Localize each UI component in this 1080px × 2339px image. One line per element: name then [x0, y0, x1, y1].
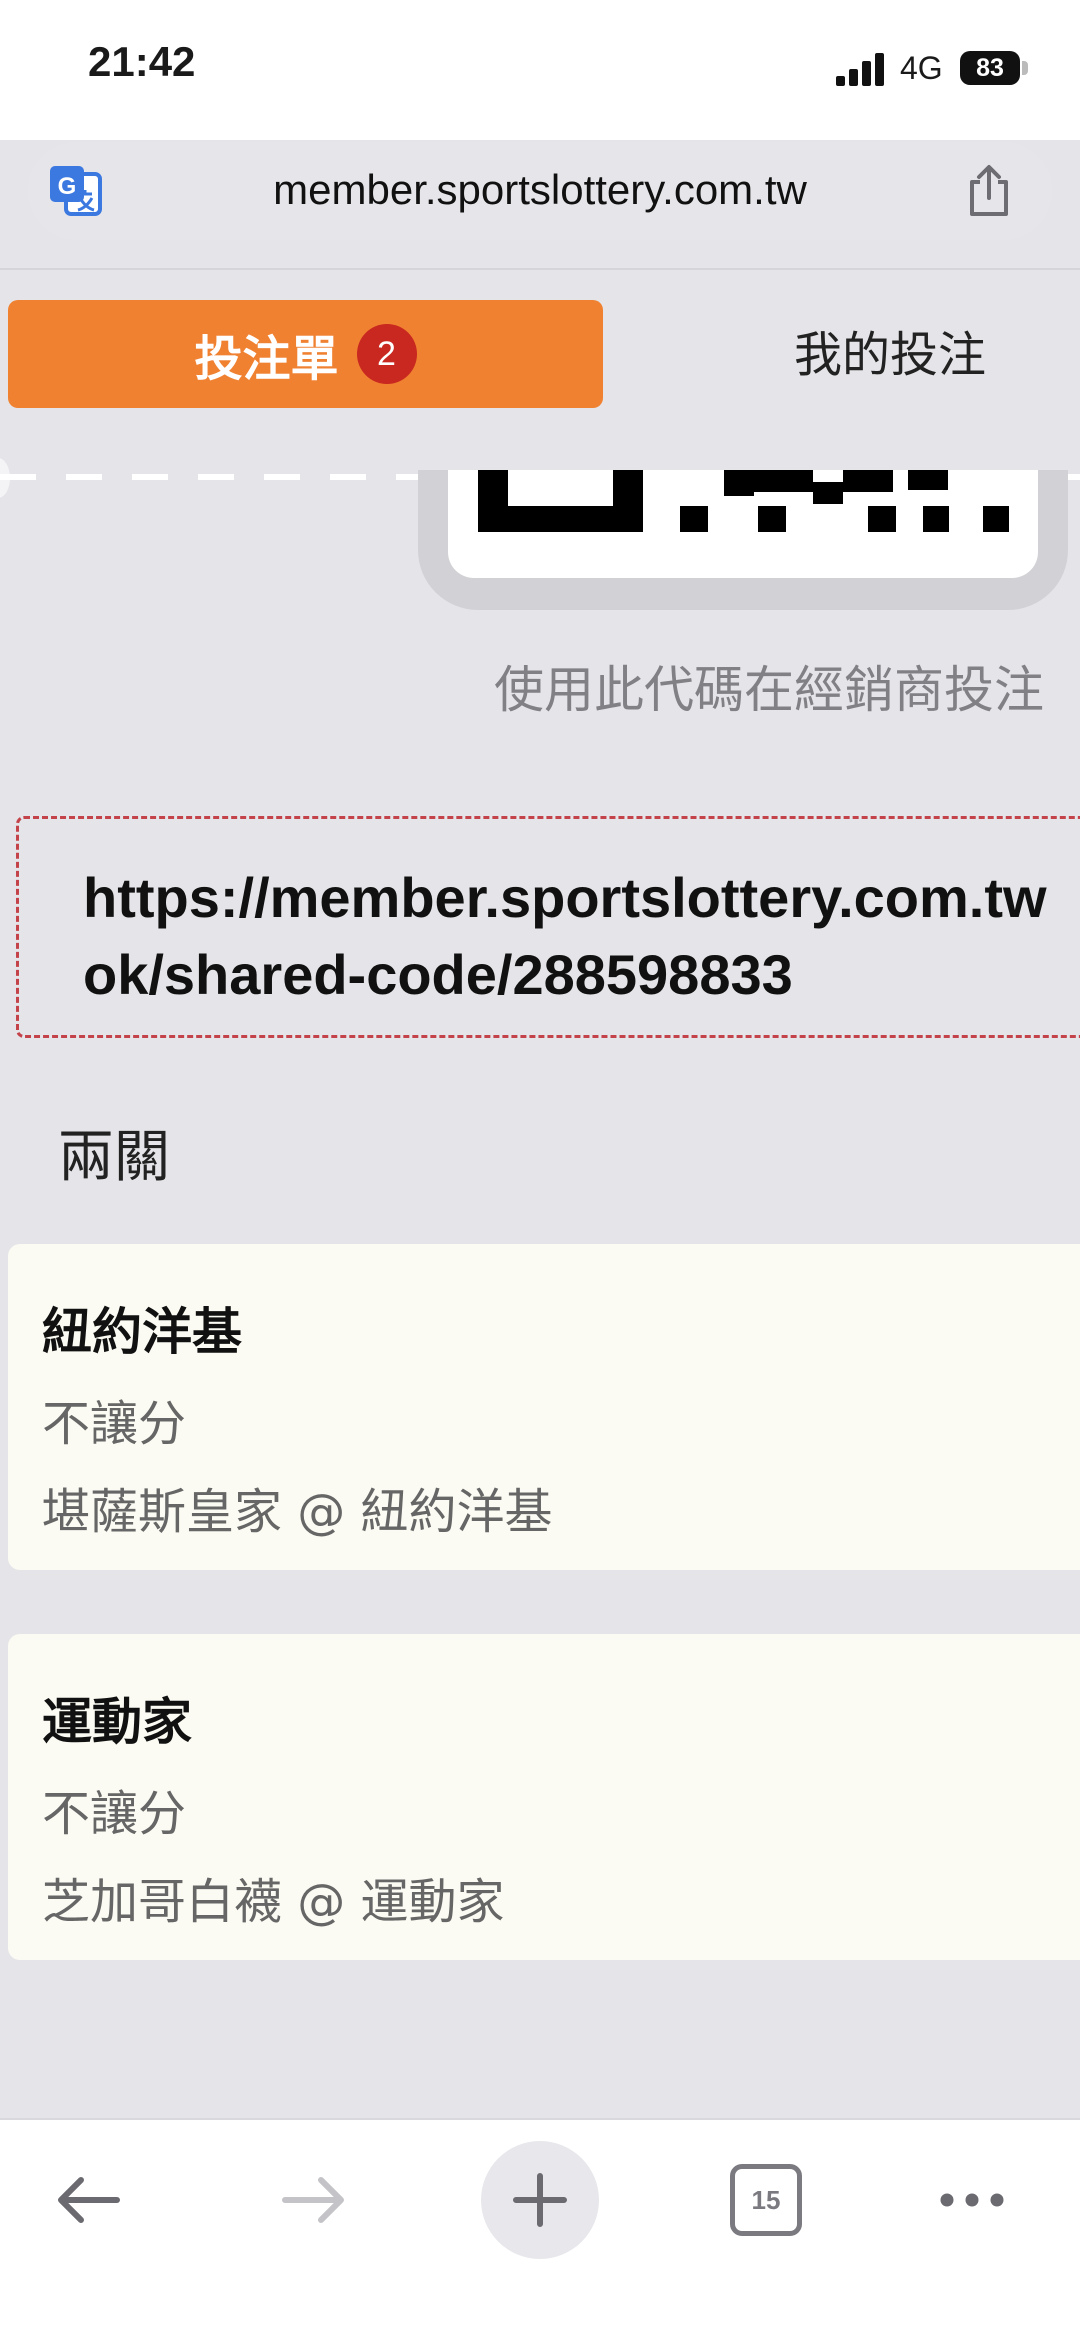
- tab-bet-slip[interactable]: 投注單 2: [8, 300, 603, 408]
- status-bar: 21:42 4G 83: [0, 0, 1080, 140]
- more-button[interactable]: [912, 2140, 1032, 2260]
- battery-cap: [1022, 61, 1028, 75]
- share-link-box[interactable]: https://member.sportslottery.com.tw ok/s…: [16, 816, 1080, 1038]
- signal-icon: [836, 52, 886, 86]
- bet-match: 堪薩斯皇家 @ 紐約洋基: [42, 1484, 553, 1540]
- bet-market: 不讓分: [42, 1786, 187, 1842]
- back-arrow-icon: [58, 2177, 120, 2223]
- new-tab-circle: [481, 2141, 599, 2259]
- share-icon[interactable]: [964, 164, 1014, 218]
- qr-code-frame: [418, 470, 1068, 610]
- forward-button[interactable]: [254, 2140, 374, 2260]
- bet-count-badge: 2: [356, 324, 417, 384]
- status-time: 21:42: [88, 38, 196, 85]
- new-tab-button[interactable]: [480, 2140, 600, 2260]
- share-link-line-1[interactable]: https://member.sportslottery.com.tw: [83, 859, 1080, 936]
- bet-card: 運動家 不讓分 芝加哥白襪 @ 運動家: [8, 1634, 1080, 1960]
- qr-code: [448, 470, 1038, 578]
- parlay-title: 兩關: [58, 1125, 170, 1190]
- network-type: 4G: [900, 50, 943, 86]
- bet-selection: 運動家: [42, 1693, 192, 1751]
- plus-icon: [513, 2173, 567, 2227]
- tab-switcher-button[interactable]: 15: [706, 2140, 826, 2260]
- share-code-helper-text: 使用此代碼在經銷商投注: [494, 661, 1044, 719]
- battery-icon: 83: [960, 51, 1020, 85]
- share-link-line-2[interactable]: ok/shared-code/288598833: [83, 936, 1080, 1013]
- tab-my-bets[interactable]: 我的投注: [720, 320, 1060, 390]
- bet-selection: 紐約洋基: [42, 1303, 242, 1361]
- more-icon: [940, 2193, 1004, 2207]
- bet-match: 芝加哥白襪 @ 運動家: [42, 1874, 505, 1930]
- forward-arrow-icon: [282, 2177, 344, 2223]
- address-bar[interactable]: G member.sportslottery.com.tw: [28, 142, 1052, 240]
- bet-market: 不讓分: [42, 1396, 187, 1452]
- tabs-icon: 15: [730, 2164, 802, 2236]
- toolbar-divider: [0, 268, 1080, 270]
- bet-card: 紐約洋基 不讓分 堪薩斯皇家 @ 紐約洋基: [8, 1244, 1080, 1570]
- browser-bottom-toolbar: 15: [0, 2118, 1080, 2339]
- tab-bet-slip-label: 投注單: [194, 331, 339, 387]
- back-button[interactable]: [28, 2140, 148, 2260]
- url-text[interactable]: member.sportslottery.com.tw: [28, 166, 1052, 214]
